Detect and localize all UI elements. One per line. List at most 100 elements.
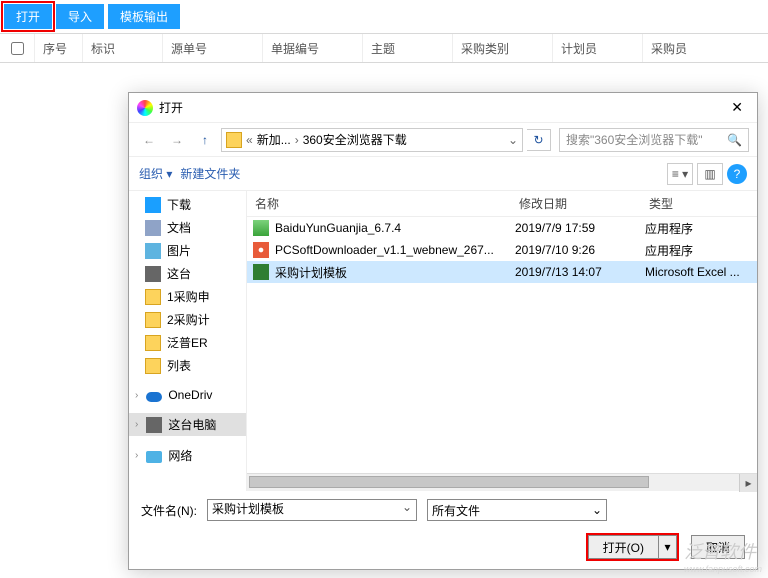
nav-fwd-icon: →: [165, 128, 189, 152]
file-row[interactable]: PCSoftDownloader_v1.1_webnew_267...2019/…: [247, 239, 757, 261]
tree-onedrive[interactable]: OneDriv: [168, 388, 212, 402]
file-type-icon: [253, 220, 269, 236]
help-icon[interactable]: ?: [727, 164, 747, 184]
file-type-icon: [253, 264, 269, 280]
nav-back-icon[interactable]: ←: [137, 128, 161, 152]
crumb-dropdown-icon[interactable]: ⌄: [508, 133, 518, 147]
organize-row: 组织 ▾ 新建文件夹 ≡ ▾ ▥ ?: [129, 157, 757, 191]
file-type: 应用程序: [645, 220, 757, 237]
open-button[interactable]: 打开: [4, 4, 52, 29]
tree-docs[interactable]: 文档: [167, 219, 191, 236]
file-row[interactable]: 采购计划模板2019/7/13 14:07Microsoft Excel ...: [247, 261, 757, 283]
crumb-sep-start: «: [246, 133, 253, 147]
horizontal-scrollbar[interactable]: ▸: [247, 473, 757, 491]
preview-pane-icon[interactable]: ▥: [697, 163, 723, 185]
open-button-dropdown[interactable]: ▾: [659, 535, 677, 559]
filename-input[interactable]: 采购计划模板⌄: [207, 499, 417, 521]
tree-list[interactable]: 列表: [167, 357, 191, 374]
document-icon: [145, 220, 161, 236]
file-list[interactable]: BaiduYunGuanjia_6.7.42019/7/9 17:59应用程序P…: [247, 217, 757, 473]
col-planner[interactable]: 计划员: [552, 34, 642, 62]
folder-icon: [145, 312, 161, 328]
col-seq[interactable]: 序号: [34, 34, 82, 62]
col-modified[interactable]: 修改日期: [511, 195, 641, 212]
tree-pics[interactable]: 图片: [167, 242, 191, 259]
pc-icon: [145, 266, 161, 282]
search-icon: 🔍: [727, 133, 742, 147]
col-filename[interactable]: 名称: [247, 195, 511, 212]
file-type: Microsoft Excel ...: [645, 265, 757, 279]
tree-thispc[interactable]: 这台: [167, 265, 191, 282]
crumb-1[interactable]: 新加...: [257, 131, 291, 148]
file-date: 2019/7/9 17:59: [515, 221, 645, 235]
file-date: 2019/7/13 14:07: [515, 265, 645, 279]
new-folder-button[interactable]: 新建文件夹: [180, 165, 240, 182]
template-export-button[interactable]: 模板输出: [108, 4, 180, 29]
search-input[interactable]: 搜索"360安全浏览器下载" 🔍: [559, 128, 749, 152]
tree-fanpu[interactable]: 泛普ER: [167, 334, 208, 351]
tree-thispc-full[interactable]: 这台电脑: [168, 416, 216, 433]
folder-icon: [145, 358, 161, 374]
chevron-right-icon[interactable]: ›: [135, 390, 138, 401]
file-row[interactable]: BaiduYunGuanjia_6.7.42019/7/9 17:59应用程序: [247, 217, 757, 239]
chevron-down-icon: ⌄: [592, 503, 602, 517]
file-name: PCSoftDownloader_v1.1_webnew_267...: [275, 243, 515, 257]
pc-icon: [146, 417, 162, 433]
cancel-button[interactable]: 取消: [691, 535, 745, 559]
filename-label: 文件名(N):: [141, 502, 197, 519]
search-placeholder: 搜索"360安全浏览器下载": [566, 131, 703, 148]
chevron-right-icon: ›: [295, 133, 299, 147]
view-options-icon[interactable]: ≡ ▾: [667, 163, 693, 185]
app-icon: [137, 100, 153, 116]
folder-tree[interactable]: 下载 文档 图片 这台 1采购申 2采购计 泛普ER 列表 › OneDriv ›…: [129, 191, 247, 491]
col-docno[interactable]: 单据编号: [262, 34, 362, 62]
select-all-checkbox[interactable]: [11, 42, 24, 55]
organize-menu[interactable]: 组织 ▾: [139, 165, 172, 182]
open-button-highlight: 打开(O) ▾: [586, 533, 679, 561]
close-icon[interactable]: ✕: [725, 97, 749, 118]
dialog-title: 打开: [159, 99, 183, 116]
tree-f2[interactable]: 2采购计: [167, 311, 210, 328]
nav-up-icon[interactable]: ↑: [193, 128, 217, 152]
open-button[interactable]: 打开(O): [588, 535, 659, 559]
grid-header: 序号 标识 源单号 单据编号 主题 采购类别 计划员 采购员: [0, 33, 768, 63]
dialog-nav: ← → ↑ « 新加... › 360安全浏览器下载 ⌄ ↻ 搜索"360安全浏…: [129, 123, 757, 157]
col-source[interactable]: 源单号: [162, 34, 262, 62]
folder-icon: [226, 132, 242, 148]
open-file-dialog: 打开 ✕ ← → ↑ « 新加... › 360安全浏览器下载 ⌄ ↻ 搜索"3…: [128, 92, 758, 570]
file-date: 2019/7/10 9:26: [515, 243, 645, 257]
scrollbar-thumb[interactable]: [249, 476, 649, 488]
col-category[interactable]: 采购类别: [452, 34, 552, 62]
file-type-select[interactable]: 所有文件⌄: [427, 499, 607, 521]
tree-downloads[interactable]: 下载: [167, 196, 191, 213]
file-type: 应用程序: [645, 242, 757, 259]
crumb-2[interactable]: 360安全浏览器下载: [303, 131, 407, 148]
file-name: BaiduYunGuanjia_6.7.4: [275, 221, 515, 235]
pictures-icon: [145, 243, 161, 259]
chevron-right-icon[interactable]: ›: [135, 450, 138, 461]
download-icon: [145, 197, 161, 213]
folder-icon: [145, 335, 161, 351]
tree-f1[interactable]: 1采购申: [167, 288, 210, 305]
dialog-titlebar: 打开 ✕: [129, 93, 757, 123]
dialog-footer: 文件名(N): 采购计划模板⌄ 所有文件⌄ 打开(O) ▾ 取消: [129, 491, 757, 573]
folder-icon: [145, 289, 161, 305]
col-type[interactable]: 类型: [641, 195, 757, 212]
app-toolbar: 打开 导入 模板输出: [0, 0, 768, 33]
chevron-right-icon[interactable]: ›: [135, 419, 138, 430]
network-icon: [146, 451, 162, 463]
import-button[interactable]: 导入: [56, 4, 104, 29]
onedrive-icon: [146, 392, 162, 402]
col-subject[interactable]: 主题: [362, 34, 452, 62]
refresh-icon[interactable]: ↻: [527, 129, 551, 151]
filename-dropdown-icon[interactable]: ⌄: [402, 500, 412, 514]
col-buyer[interactable]: 采购员: [642, 34, 768, 62]
breadcrumb[interactable]: « 新加... › 360安全浏览器下载 ⌄: [221, 128, 523, 152]
col-flag[interactable]: 标识: [82, 34, 162, 62]
tree-network[interactable]: 网络: [168, 447, 192, 464]
file-type-icon: [253, 242, 269, 258]
file-list-header: 名称 修改日期 类型: [247, 191, 757, 217]
file-name: 采购计划模板: [275, 264, 515, 281]
file-area: 名称 修改日期 类型 BaiduYunGuanjia_6.7.42019/7/9…: [247, 191, 757, 491]
scroll-right-icon[interactable]: ▸: [739, 474, 757, 492]
